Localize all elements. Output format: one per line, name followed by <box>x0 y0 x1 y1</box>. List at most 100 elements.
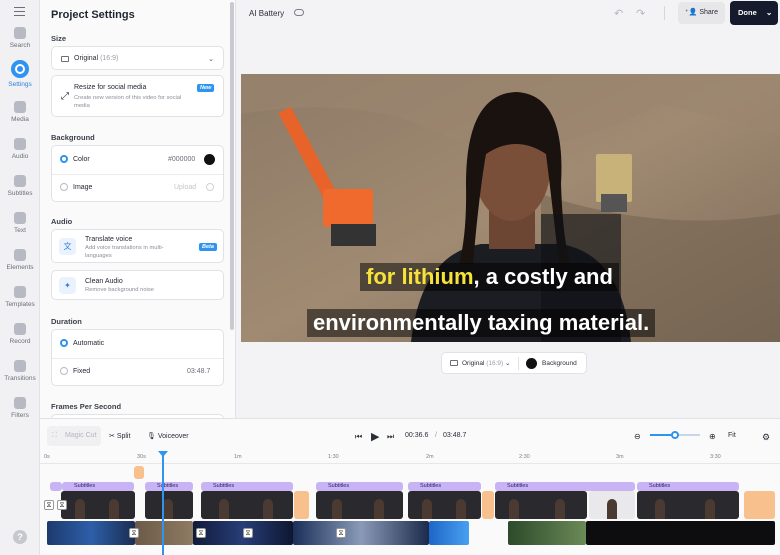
color-radio[interactable] <box>60 155 68 163</box>
resize-social-card[interactable]: ⤢ Resize for social media Create new ver… <box>51 75 224 117</box>
magic-cut-label: Magic Cut <box>65 432 97 439</box>
ratio-dropdown[interactable]: Original (16:9) ⌄ <box>462 359 510 367</box>
rail-item-templates[interactable]: Templates <box>0 286 40 308</box>
rail-item-filters[interactable]: Filters <box>0 397 40 419</box>
timeline-settings-icon[interactable]: ⚙ <box>762 432 770 443</box>
size-dropdown[interactable]: Original (16:9) ⌄ <box>51 46 224 70</box>
subtitle-clip[interactable]: Subtitles <box>145 482 193 491</box>
rail-item-text[interactable]: Text <box>0 212 40 234</box>
broll-clip[interactable] <box>508 521 586 545</box>
broll-clip[interactable] <box>47 521 135 545</box>
voiceover-button[interactable]: 🎙 Voiceover <box>147 432 189 440</box>
text-clip[interactable] <box>744 491 775 519</box>
transition-icon[interactable]: ⧖ <box>196 528 206 538</box>
presenter-thumbnail <box>456 499 466 519</box>
subtitle-label: Subtitles <box>507 483 529 489</box>
done-button[interactable]: Done ⌄ <box>730 1 778 25</box>
divider <box>664 6 665 20</box>
share-icon: ⁺👤 <box>684 9 700 16</box>
background-color-swatch[interactable] <box>526 358 537 369</box>
rail-item-record[interactable]: Record <box>0 323 40 345</box>
gap-clip[interactable] <box>482 491 494 519</box>
broll-clip[interactable] <box>293 521 429 545</box>
clean-audio-card[interactable]: ✦ Clean Audio Remove background noise <box>51 270 224 300</box>
undo-icon[interactable]: ↶ <box>614 7 623 20</box>
subtitle-clip[interactable]: Subtitles <box>637 482 739 491</box>
subtitle-clip[interactable]: Subtitles <box>62 482 134 491</box>
cloud-saved-icon <box>294 9 304 16</box>
zoom-in-icon[interactable]: ⊕ <box>709 432 716 441</box>
aspect-ratio-icon <box>61 56 69 62</box>
subtitle-clip[interactable]: Subtitles <box>201 482 293 491</box>
subtitle-clip[interactable]: Subtitles <box>495 482 635 491</box>
fixed-duration-value[interactable]: 03:48.7 <box>187 368 210 375</box>
rail-item-media[interactable]: Media <box>0 101 40 123</box>
magic-cut-button[interactable]: ⛶ Magic Cut <box>47 426 101 446</box>
avatar-video-clip[interactable] <box>145 491 193 519</box>
rail-item-elements[interactable]: Elements <box>0 249 40 271</box>
subtitles-icon <box>14 175 26 187</box>
avatar-video-clip[interactable] <box>408 491 481 519</box>
avatar-video-clip[interactable] <box>61 491 135 519</box>
project-name[interactable]: AI Battery <box>249 9 284 18</box>
transparent-clip[interactable] <box>589 491 635 519</box>
color-value: #000000 <box>168 156 196 163</box>
current-time: 00:36.6 <box>405 432 429 439</box>
playhead[interactable] <box>158 451 168 555</box>
chevron-down-icon: ⌄ <box>765 8 773 17</box>
rail-item-subtitles[interactable]: Subtitles <box>0 175 40 197</box>
rewind-icon[interactable]: ⏮ <box>355 432 362 442</box>
broll-clip[interactable] <box>586 521 775 545</box>
split-button[interactable]: ✂ Split <box>109 432 130 440</box>
help-icon[interactable]: ? <box>13 530 27 544</box>
transition-icon[interactable]: ⧖ <box>44 500 54 510</box>
zoom-slider-knob[interactable] <box>671 431 679 439</box>
rail-item-search[interactable]: Search <box>0 27 40 49</box>
avatar-video-clip[interactable] <box>201 491 293 519</box>
panel-title: Project Settings <box>51 9 135 21</box>
resize-desc: Create new version of this video for soc… <box>74 95 182 109</box>
automatic-radio[interactable] <box>60 339 68 347</box>
audio-marker[interactable] <box>134 466 144 479</box>
fixed-radio[interactable] <box>60 367 68 375</box>
transition-icon[interactable]: ⧖ <box>129 528 139 538</box>
rail-item-audio[interactable]: Audio <box>0 138 40 160</box>
forward-icon[interactable]: ⏭ <box>387 432 394 442</box>
broll-clip[interactable] <box>429 521 469 545</box>
translate-voice-card[interactable]: 文 Translate voice Add voice translations… <box>51 229 224 263</box>
avatar-video-clip[interactable] <box>316 491 403 519</box>
transition-icon[interactable]: ⧖ <box>57 500 67 510</box>
transition-icon[interactable]: ⧖ <box>336 528 346 538</box>
share-button[interactable]: ⁺👤 Share <box>678 2 725 24</box>
upload-link[interactable]: Upload <box>174 184 196 191</box>
canvas-settings-chip: Original (16:9) ⌄ Background <box>441 352 587 374</box>
subtitle-clip[interactable] <box>50 482 62 491</box>
avatar-video-clip[interactable] <box>637 491 739 519</box>
zoom-out-icon[interactable]: ⊖ <box>634 432 641 441</box>
fit-button[interactable]: Fit <box>728 432 736 439</box>
transition-icon[interactable]: ⧖ <box>243 528 253 538</box>
zoom-slider[interactable] <box>650 431 700 439</box>
translate-title: Translate voice <box>85 236 133 243</box>
subtitle-clip[interactable]: Subtitles <box>316 482 403 491</box>
rail-item-transitions[interactable]: Transitions <box>0 360 40 382</box>
templates-icon <box>14 286 26 298</box>
hamburger-menu-icon[interactable] <box>14 7 25 16</box>
subtitle-clip[interactable]: Subtitles <box>408 482 481 491</box>
new-badge: New <box>197 84 215 92</box>
gap-clip[interactable] <box>294 491 309 519</box>
image-radio[interactable] <box>60 183 68 191</box>
divider <box>518 357 519 370</box>
color-swatch[interactable] <box>204 154 215 165</box>
background-button[interactable]: Background <box>542 360 577 367</box>
redo-icon[interactable]: ↷ <box>636 7 645 20</box>
rail-item-settings[interactable]: Settings <box>0 60 40 88</box>
timeline-ruler[interactable]: 0s 30s 1m 1:30 2m 2:30 3m 3:30 <box>40 452 780 464</box>
video-preview[interactable]: for lithium, a costly and environmentall… <box>241 74 780 342</box>
avatar-video-clip[interactable] <box>495 491 587 519</box>
elements-icon <box>14 249 26 261</box>
presenter-thumbnail <box>509 499 519 519</box>
panel-scrollbar[interactable] <box>230 2 234 330</box>
play-icon[interactable]: ▶ <box>371 430 379 443</box>
broll-clip[interactable] <box>135 521 193 545</box>
